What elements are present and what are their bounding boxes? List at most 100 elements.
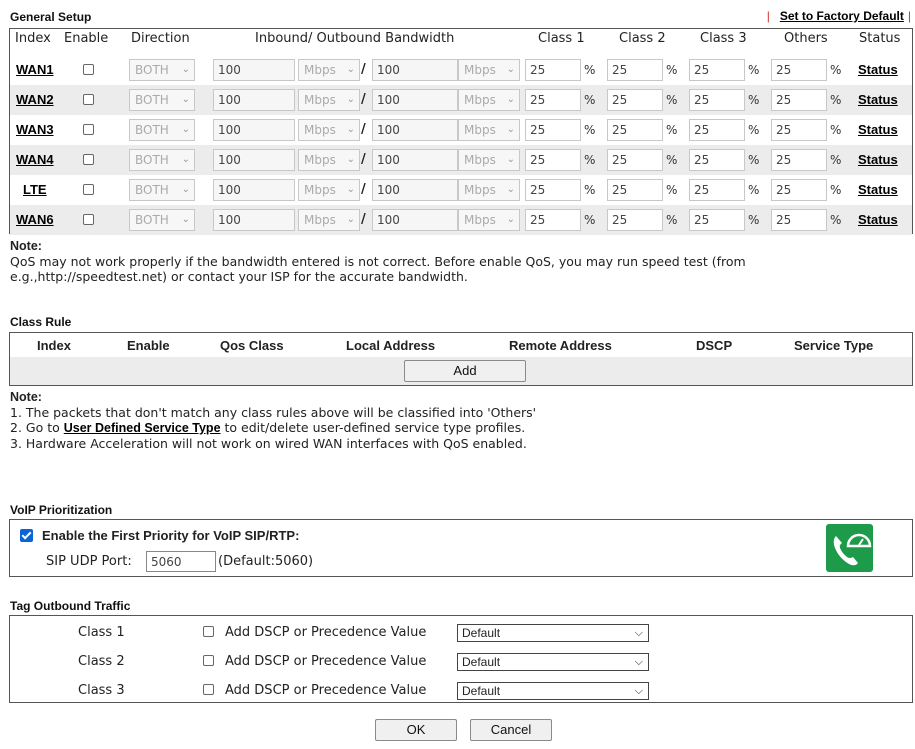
ok-button[interactable]: OK [375, 719, 457, 741]
status-link-wan2[interactable]: Status [858, 92, 898, 107]
class2-input-wan3[interactable]: 25 [607, 119, 663, 141]
enable-checkbox-wan1[interactable] [83, 64, 94, 75]
outbound-input-wan4[interactable]: 100 [372, 149, 458, 171]
direction-select-wan6[interactable]: BOTH ⌄ [129, 209, 195, 231]
dscp-value-select[interactable]: Default ⌵ [457, 653, 649, 671]
class3-input-wan2[interactable]: 25 [689, 89, 745, 111]
interface-link-wan6[interactable]: WAN6 [16, 212, 54, 227]
inbound-input-wan1[interactable]: 100 [213, 59, 295, 81]
class3-input-wan4[interactable]: 25 [689, 149, 745, 171]
add-dscp-checkbox[interactable] [203, 655, 214, 666]
class3-input-wan6[interactable]: 25 [689, 209, 745, 231]
outbound-unit-select-wan3[interactable]: Mbps ⌄ [458, 119, 520, 141]
class2-input-lte[interactable]: 25 [607, 179, 663, 201]
class1-input-wan4[interactable]: 25 [525, 149, 581, 171]
class3-input-wan3[interactable]: 25 [689, 119, 745, 141]
outbound-unit-select-wan6[interactable]: Mbps ⌄ [458, 209, 520, 231]
cancel-button[interactable]: Cancel [470, 719, 552, 741]
others-input-lte[interactable]: 25 [771, 179, 827, 201]
unit-value: Mbps [464, 183, 496, 197]
enable-checkbox-wan3[interactable] [83, 124, 94, 135]
chevron-down-icon: ⌄ [181, 124, 190, 135]
header-class2: Class 2 [619, 31, 666, 46]
class1-input-lte[interactable]: 25 [525, 179, 581, 201]
outbound-unit-select-wan4[interactable]: Mbps ⌄ [458, 149, 520, 171]
class2-input-wan6[interactable]: 25 [607, 209, 663, 231]
class1-input-wan1[interactable]: 25 [525, 59, 581, 81]
enable-checkbox-lte[interactable] [83, 184, 94, 195]
class-rule-header-service-type: Service Type [794, 338, 874, 353]
class1-input-wan6[interactable]: 25 [525, 209, 581, 231]
outbound-input-wan1[interactable]: 100 [372, 59, 458, 81]
status-link-wan4[interactable]: Status [858, 152, 898, 167]
dscp-value-select[interactable]: Default ⌵ [457, 624, 649, 642]
wan-row: WAN1 BOTH ⌄ 100 Mbps ⌄ / 100 Mbps ⌄ 25 % 25… [10, 55, 912, 85]
class1-input-wan2[interactable]: 25 [525, 89, 581, 111]
class-rule-note-3: 3. Hardware Acceleration will not work o… [10, 436, 527, 451]
class2-input-wan2[interactable]: 25 [607, 89, 663, 111]
status-link-lte[interactable]: Status [858, 182, 898, 197]
class2-input-wan4[interactable]: 25 [607, 149, 663, 171]
inbound-unit-select-lte[interactable]: Mbps ⌄ [298, 179, 360, 201]
direction-select-wan1[interactable]: BOTH ⌄ [129, 59, 195, 81]
separator-bar: | [907, 9, 911, 23]
others-input-wan1[interactable]: 25 [771, 59, 827, 81]
direction-select-lte[interactable]: BOTH ⌄ [129, 179, 195, 201]
class3-input-wan1[interactable]: 25 [689, 59, 745, 81]
interface-link-wan2[interactable]: WAN2 [16, 92, 54, 107]
inbound-input-lte[interactable]: 100 [213, 179, 295, 201]
sip-udp-port-input[interactable]: 5060 [146, 551, 216, 572]
others-input-wan4[interactable]: 25 [771, 149, 827, 171]
enable-checkbox-wan2[interactable] [83, 94, 94, 105]
status-link-wan3[interactable]: Status [858, 122, 898, 137]
add-dscp-checkbox[interactable] [203, 626, 214, 637]
others-input-wan6[interactable]: 25 [771, 209, 827, 231]
inbound-unit-select-wan1[interactable]: Mbps ⌄ [298, 59, 360, 81]
outbound-unit-select-wan1[interactable]: Mbps ⌄ [458, 59, 520, 81]
class1-input-wan3[interactable]: 25 [525, 119, 581, 141]
dscp-selected-value: Default [462, 684, 501, 698]
inbound-input-wan3[interactable]: 100 [213, 119, 295, 141]
interface-link-lte[interactable]: LTE [23, 182, 47, 197]
outbound-unit-select-wan2[interactable]: Mbps ⌄ [458, 89, 520, 111]
status-link-wan1[interactable]: Status [858, 62, 898, 77]
enable-checkbox-wan4[interactable] [83, 154, 94, 165]
outbound-input-wan2[interactable]: 100 [372, 89, 458, 111]
outbound-input-wan3[interactable]: 100 [372, 119, 458, 141]
set-factory-default-link[interactable]: Set to Factory Default [780, 9, 904, 23]
direction-value: BOTH [135, 123, 169, 137]
inbound-unit-select-wan4[interactable]: Mbps ⌄ [298, 149, 360, 171]
interface-link-wan4[interactable]: WAN4 [16, 152, 54, 167]
outbound-input-lte[interactable]: 100 [372, 179, 458, 201]
class2-input-wan1[interactable]: 25 [607, 59, 663, 81]
percent-sign: % [748, 63, 760, 77]
voip-enable-label: Enable the First Priority for VoIP SIP/R… [42, 528, 300, 543]
direction-select-wan4[interactable]: BOTH ⌄ [129, 149, 195, 171]
interface-link-wan3[interactable]: WAN3 [16, 122, 54, 137]
others-input-wan2[interactable]: 25 [771, 89, 827, 111]
outbound-unit-select-lte[interactable]: Mbps ⌄ [458, 179, 520, 201]
class-rule-header-enable: Enable [127, 338, 170, 353]
interface-link-wan1[interactable]: WAN1 [16, 62, 54, 77]
others-input-wan3[interactable]: 25 [771, 119, 827, 141]
direction-value: BOTH [135, 213, 169, 227]
direction-select-wan2[interactable]: BOTH ⌄ [129, 89, 195, 111]
enable-checkbox-wan6[interactable] [83, 214, 94, 225]
direction-select-wan3[interactable]: BOTH ⌄ [129, 119, 195, 141]
inbound-input-wan2[interactable]: 100 [213, 89, 295, 111]
inbound-unit-select-wan6[interactable]: Mbps ⌄ [298, 209, 360, 231]
class3-input-lte[interactable]: 25 [689, 179, 745, 201]
add-dscp-checkbox[interactable] [203, 684, 214, 695]
inbound-unit-select-wan2[interactable]: Mbps ⌄ [298, 89, 360, 111]
voip-enable-checkbox[interactable] [20, 529, 33, 542]
general-note-line2: e.g.,http://speedtest.net) or contact yo… [10, 269, 468, 284]
inbound-input-wan4[interactable]: 100 [213, 149, 295, 171]
outbound-input-wan6[interactable]: 100 [372, 209, 458, 231]
dscp-value-select[interactable]: Default ⌵ [457, 682, 649, 700]
add-class-rule-button[interactable]: Add [404, 360, 526, 382]
inbound-input-wan6[interactable]: 100 [213, 209, 295, 231]
unit-value: Mbps [464, 123, 496, 137]
status-link-wan6[interactable]: Status [858, 212, 898, 227]
user-defined-service-type-link[interactable]: User Defined Service Type [64, 421, 221, 435]
inbound-unit-select-wan3[interactable]: Mbps ⌄ [298, 119, 360, 141]
